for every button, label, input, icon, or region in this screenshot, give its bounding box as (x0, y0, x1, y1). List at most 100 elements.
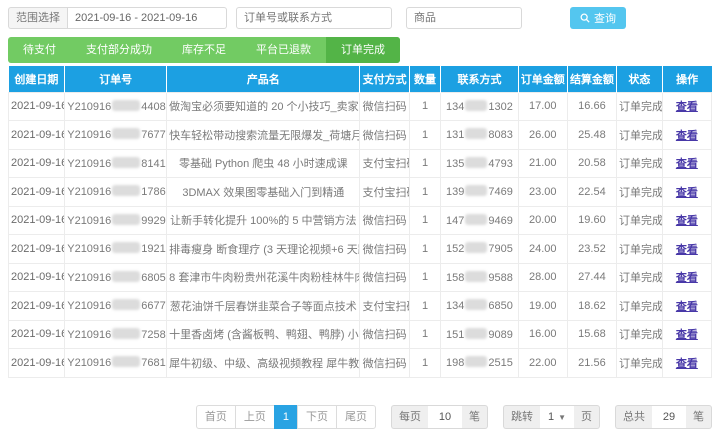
cell-contact: 134 6850 (440, 291, 519, 321)
cell-operation: 查看 (661, 91, 713, 121)
redacted-text (112, 270, 141, 282)
cell-product-name: 零基础 Python 爬虫 48 小时速成课 (166, 148, 361, 178)
cell-create-date: 2021-09-16 (7, 234, 66, 264)
cell-settle-amount: 20.58 (566, 148, 618, 178)
first-page-button[interactable]: 首页 (195, 404, 236, 429)
last-page-button[interactable]: 尾页 (336, 404, 376, 429)
cell-status: 订单完成 (616, 348, 663, 378)
search-icon (580, 13, 590, 23)
view-link[interactable]: 查看 (676, 215, 698, 227)
cell-payment-method: 微信扫码 (359, 319, 410, 349)
cell-order-amount: 28.00 (517, 262, 568, 292)
next-page-button[interactable]: 下页 (297, 404, 337, 429)
per-page-input[interactable]: 10 (428, 404, 462, 429)
cell-quantity: 1 (408, 148, 442, 178)
cell-operation: 查看 (661, 177, 713, 207)
cell-operation: 查看 (661, 319, 713, 349)
cell-status: 订单完成 (616, 177, 663, 207)
per-page-unit: 笔 (462, 404, 488, 429)
view-link[interactable]: 查看 (676, 329, 698, 341)
table-row: 2021-09-16 Y210916 1786 3DMAX 效果图零基础入门到精通… (7, 177, 713, 207)
table-row: 2021-09-16 Y210916 6805 8 套津市牛肉粉贵州花溪牛肉粉桂林… (7, 262, 713, 292)
table-row: 2021-09-16 Y210916 9929 让新手转化提升 100%的 5 中… (7, 205, 713, 235)
order-search-input[interactable] (236, 6, 392, 29)
cell-quantity: 1 (408, 348, 442, 378)
cell-settle-amount: 23.52 (566, 234, 618, 264)
cell-operation: 查看 (661, 120, 713, 150)
cell-order-number: Y210916 1786 (64, 177, 168, 207)
cell-operation: 查看 (661, 348, 713, 378)
cell-status: 订单完成 (616, 319, 663, 349)
header-order-number: 订单号 (64, 66, 168, 92)
cell-settle-amount: 25.48 (566, 120, 618, 150)
cell-status: 订单完成 (616, 262, 663, 292)
cell-quantity: 1 (408, 120, 442, 150)
view-link[interactable]: 查看 (676, 101, 698, 113)
redacted-text (465, 128, 488, 140)
cell-create-date: 2021-09-16 (7, 262, 66, 292)
product-search-input[interactable] (406, 6, 522, 29)
tab-partial-payment-success[interactable]: 支付部分成功 (71, 37, 167, 63)
cell-contact: 147 9469 (440, 205, 519, 235)
view-link[interactable]: 查看 (676, 358, 698, 370)
view-link[interactable]: 查看 (676, 272, 698, 284)
cell-settle-amount: 19.60 (566, 205, 618, 235)
view-link[interactable]: 查看 (676, 130, 698, 142)
view-link[interactable]: 查看 (676, 158, 698, 170)
cell-order-amount: 19.00 (517, 291, 568, 321)
redacted-text (465, 327, 488, 339)
prev-page-button[interactable]: 上页 (234, 404, 275, 429)
redacted-text (112, 156, 141, 168)
cell-settle-amount: 22.54 (566, 177, 618, 207)
redacted-text (465, 156, 488, 168)
cell-payment-method: 微信扫码 (359, 234, 410, 264)
cell-order-amount: 26.00 (517, 120, 568, 150)
total-label: 总共 (615, 404, 652, 429)
cell-status: 订单完成 (616, 291, 663, 321)
tab-platform-refunded[interactable]: 平台已退款 (241, 37, 326, 63)
filter-bar: 范围选择 查询 (0, 0, 720, 30)
cell-create-date: 2021-09-16 (7, 319, 66, 349)
cell-order-number: Y210916 4408 (64, 91, 168, 121)
cell-product-name: 做淘宝必须要知道的 20 个小技巧_卖家运营电商论坛 (166, 91, 361, 121)
total-count-value: 29 (652, 404, 686, 429)
cell-status: 订单完成 (616, 148, 663, 178)
search-button[interactable]: 查询 (570, 6, 626, 29)
cell-product-name: 葱花油饼千层春饼韭菜合子等面点技术 (166, 291, 361, 321)
cell-product-name: 排毒瘦身 断食理疗 (3 天理论视频+6 天跟练音频) (166, 234, 361, 264)
orders-table-body: 2021-09-16 Y210916 4408 做淘宝必须要知道的 20 个小技巧… (7, 91, 713, 378)
cell-payment-method: 微信扫码 (359, 262, 410, 292)
view-link[interactable]: 查看 (676, 244, 698, 256)
cell-contact: 158 9588 (440, 262, 519, 292)
table-row: 2021-09-16 Y210916 8141 零基础 Python 爬虫 48 … (7, 148, 713, 178)
total-unit: 笔 (686, 404, 712, 429)
cell-payment-method: 微信扫码 (359, 120, 410, 150)
cell-operation: 查看 (661, 291, 713, 321)
cell-operation: 查看 (661, 262, 713, 292)
per-page-group: 每页 10 笔 (391, 404, 488, 429)
search-button-label: 查询 (594, 12, 616, 25)
cell-contact: 152 7905 (440, 234, 519, 264)
cell-payment-method: 微信扫码 (359, 205, 410, 235)
tab-out-of-stock[interactable]: 库存不足 (167, 37, 241, 63)
cell-quantity: 1 (408, 262, 442, 292)
cell-order-number: Y210916 6677 (64, 291, 168, 321)
redacted-text (465, 185, 488, 197)
jump-page-select[interactable]: 1 ▼ (540, 404, 574, 429)
current-page-button[interactable]: 1 (273, 404, 298, 429)
cell-payment-method: 支付宝扫码 (359, 177, 410, 207)
header-product-name: 产品名 (166, 66, 361, 92)
header-contact: 联系方式 (440, 66, 519, 92)
redacted-text (465, 299, 488, 311)
view-link[interactable]: 查看 (676, 187, 698, 199)
redacted-text (465, 213, 488, 225)
tab-order-complete[interactable]: 订单完成 (326, 37, 400, 63)
tab-pending-payment[interactable]: 待支付 (8, 37, 71, 63)
date-range-input[interactable] (67, 6, 227, 29)
header-payment-method: 支付方式 (359, 66, 410, 92)
view-link[interactable]: 查看 (676, 301, 698, 313)
table-row: 2021-09-16 Y210916 7681 犀牛初级、中级、高级视频教程 犀牛… (7, 348, 713, 378)
cell-contact: 131 8083 (440, 120, 519, 150)
header-settle-amount: 结算金额 (567, 66, 618, 92)
cell-order-amount: 20.00 (517, 205, 568, 235)
